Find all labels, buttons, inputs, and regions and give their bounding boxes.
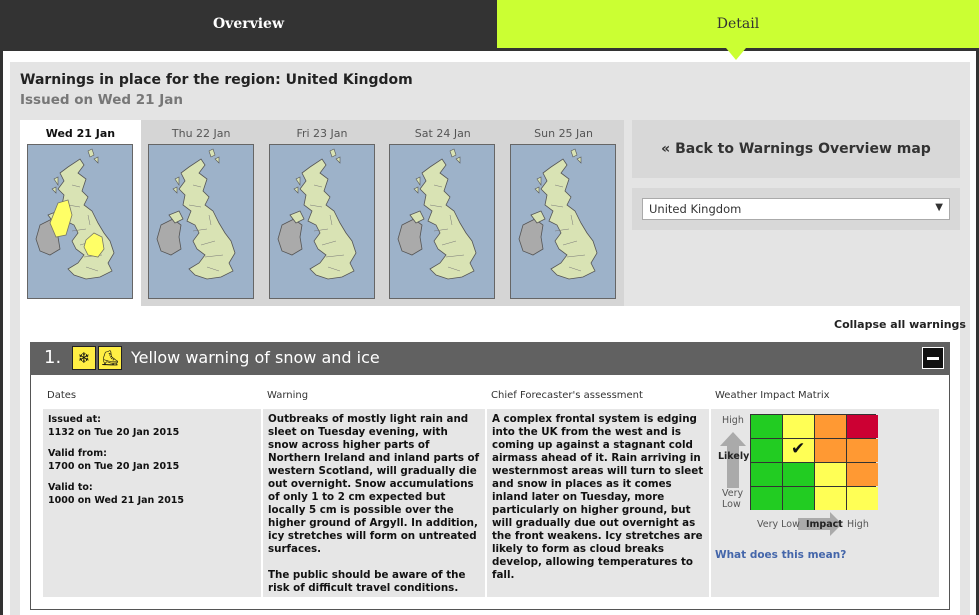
matrix-cell bbox=[815, 463, 846, 486]
collapse-all-button[interactable]: Collapse all warnings bbox=[834, 318, 966, 331]
column-header-matrix: Weather Impact Matrix bbox=[715, 390, 830, 401]
matrix-cell bbox=[751, 415, 782, 438]
chevron-down-icon: ▼ bbox=[935, 202, 943, 213]
uk-warning-map[interactable] bbox=[27, 144, 133, 299]
day-tab-thu[interactable]: Thu 22 Jan bbox=[140, 120, 262, 306]
day-tab-sat[interactable]: Sat 24 Jan bbox=[382, 120, 504, 306]
impact-high-label: High bbox=[847, 519, 869, 530]
matrix-cell bbox=[847, 415, 878, 438]
top-tabs: Overview Detail bbox=[0, 0, 979, 60]
warning-header[interactable]: 1. ❄ ⛸ Yellow warning of snow and ice bbox=[30, 342, 950, 375]
warning-text-cell: Outbreaks of mostly light rain and sleet… bbox=[263, 409, 485, 597]
warning-title: Yellow warning of snow and ice bbox=[131, 348, 380, 367]
day-label: Fri 23 Jan bbox=[296, 127, 348, 140]
likelihood-mid-label: Likely bbox=[718, 451, 750, 462]
assessment-text: A complex frontal system is edging into … bbox=[492, 413, 704, 581]
issued-at-value: 1132 on Tue 20 Jan 2015 bbox=[48, 427, 180, 438]
matrix-cell bbox=[783, 463, 814, 486]
impact-low-label: Very Low bbox=[757, 519, 800, 530]
uk-map-image bbox=[156, 148, 236, 280]
ice-icon: ⛸ bbox=[98, 346, 122, 370]
uk-warning-map[interactable] bbox=[389, 144, 496, 299]
column-header-warning: Warning bbox=[267, 390, 309, 401]
day-selector: Wed 21 Jan Thu 22 Jan Fri 23 Jan Sat 24 … bbox=[20, 120, 624, 306]
matrix-cell bbox=[847, 487, 878, 510]
page-title: Warnings in place for the region: United… bbox=[20, 72, 413, 88]
uk-warning-map[interactable] bbox=[510, 144, 617, 299]
matrix-cell bbox=[783, 487, 814, 510]
tab-detail[interactable]: Detail bbox=[497, 0, 979, 60]
uk-map-image bbox=[35, 148, 115, 280]
valid-from-value: 1700 on Tue 20 Jan 2015 bbox=[48, 461, 180, 472]
day-tab-fri[interactable]: Fri 23 Jan bbox=[261, 120, 383, 306]
matrix-cell bbox=[815, 487, 846, 510]
uk-warning-map[interactable] bbox=[147, 144, 254, 299]
region-select[interactable]: United Kingdom ▼ bbox=[642, 198, 950, 220]
valid-to-value: 1000 on Wed 21 Jan 2015 bbox=[48, 495, 185, 506]
day-label: Sat 24 Jan bbox=[414, 127, 471, 140]
back-to-overview-button[interactable]: « Back to Warnings Overview map bbox=[632, 120, 960, 178]
day-label: Wed 21 Jan bbox=[45, 127, 116, 140]
likelihood-low-label: Very Low bbox=[722, 488, 744, 510]
issued-at-label: Issued at: bbox=[48, 414, 101, 425]
issued-date: Issued on Wed 21 Jan bbox=[20, 92, 183, 108]
matrix-cell bbox=[751, 439, 782, 462]
matrix-cell bbox=[751, 463, 782, 486]
warning-advice: The public should be aware of the risk o… bbox=[268, 569, 466, 594]
day-label: Thu 22 Jan bbox=[171, 127, 231, 140]
matrix-cell bbox=[815, 439, 846, 462]
impact-axis-label: Impact bbox=[806, 519, 843, 530]
tab-overview[interactable]: Overview bbox=[0, 0, 497, 48]
warning-number: 1. bbox=[44, 347, 62, 368]
matrix-cell bbox=[847, 463, 878, 486]
matrix-cell bbox=[847, 439, 878, 462]
snowflake-icon: ❄ bbox=[72, 346, 96, 370]
collapse-warning-button[interactable] bbox=[922, 347, 944, 369]
matrix-cell bbox=[783, 415, 814, 438]
warning-text: Outbreaks of mostly light rain and sleet… bbox=[268, 413, 480, 555]
region-select-value: United Kingdom bbox=[649, 202, 742, 216]
day-tab-sun[interactable]: Sun 25 Jan bbox=[503, 120, 624, 306]
matrix-cell-selected: ✔ bbox=[783, 439, 814, 462]
uk-map-image bbox=[518, 148, 598, 280]
matrix-cell bbox=[815, 415, 846, 438]
region-select-container: United Kingdom ▼ bbox=[632, 188, 960, 230]
day-label: Sun 25 Jan bbox=[534, 127, 594, 140]
uk-map-image bbox=[397, 148, 477, 280]
column-header-dates: Dates bbox=[47, 390, 77, 401]
matrix-help-link[interactable]: What does this mean? bbox=[715, 549, 846, 561]
matrix-cell bbox=[751, 487, 782, 510]
dates-cell: Issued at: 1132 on Tue 20 Jan 2015 Valid … bbox=[43, 409, 261, 597]
valid-to-label: Valid to: bbox=[48, 482, 93, 493]
day-tab-wed[interactable]: Wed 21 Jan bbox=[20, 120, 141, 306]
checkmark-icon: ✔ bbox=[791, 439, 806, 459]
likelihood-high-label: High bbox=[722, 415, 744, 426]
column-header-assessment: Chief Forecaster's assessment bbox=[491, 390, 643, 401]
uk-warning-map[interactable] bbox=[268, 144, 375, 299]
uk-map-image bbox=[277, 148, 356, 280]
assessment-cell: A complex frontal system is edging into … bbox=[487, 409, 709, 597]
valid-from-label: Valid from: bbox=[48, 448, 107, 459]
impact-matrix: ✔ bbox=[750, 414, 878, 510]
